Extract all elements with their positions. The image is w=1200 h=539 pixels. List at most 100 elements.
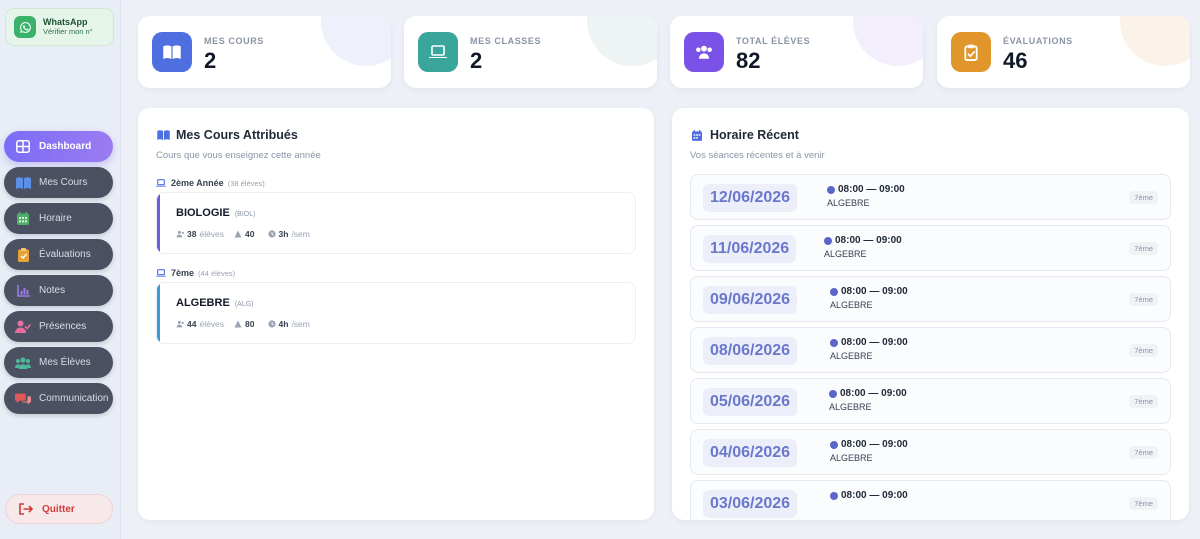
clock-icon <box>829 389 837 398</box>
sidebar-item-dashboard[interactable]: Dashboard <box>4 131 113 162</box>
sidebar-item-presences[interactable]: Présences <box>4 311 113 342</box>
schedule-entry[interactable]: 05/06/2026 08:00 — 09:00 ALGEBRE 7ème <box>690 378 1171 424</box>
level-badge: 7ème <box>1129 191 1158 204</box>
stat-value: 82 <box>736 48 761 73</box>
hours-value: 3h <box>278 229 289 239</box>
hours-value: 4h <box>278 319 289 329</box>
stat-value: 46 <box>1003 48 1028 73</box>
session-time: 08:00 — 09:00 <box>840 388 907 399</box>
calendar-icon <box>690 128 704 142</box>
level-badge: 7ème <box>1129 446 1158 459</box>
stat-label: MES CLASSES <box>470 36 542 46</box>
session-time: 08:00 — 09:00 <box>841 286 908 297</box>
sidebar-item-evaluations[interactable]: Évaluations <box>4 239 113 270</box>
stat-label: ÉVALUATIONS <box>1003 36 1073 46</box>
sidebar-item-label: Mes Cours <box>39 177 88 188</box>
session-time: 08:00 — 09:00 <box>835 235 902 246</box>
schedule-entry[interactable]: 03/06/2026 08:00 — 09:00 7ème <box>690 480 1171 520</box>
session-time: 08:00 — 09:00 <box>841 490 908 501</box>
session-subject: ALGEBRE <box>830 300 873 310</box>
sidebar-item-label: Communication <box>39 393 109 404</box>
schedule-entry[interactable]: 08/06/2026 08:00 — 09:00 ALGEBRE 7ème <box>690 327 1171 373</box>
quit-label: Quitter <box>42 503 75 515</box>
sidebar-item-communication[interactable]: Communication <box>4 383 113 414</box>
logout-icon <box>18 502 34 516</box>
sidebar-item-mes-eleves[interactable]: Mes Élèves <box>4 347 113 378</box>
level-badge: 7ème <box>1129 497 1158 510</box>
panel-subtitle: Cours que vous enseignez cette année <box>156 150 321 161</box>
student-count: 38 <box>187 229 197 239</box>
quit-button[interactable]: Quitter <box>5 494 113 524</box>
whatsapp-subtitle: Vérifier mon n° <box>43 27 93 36</box>
session-time: 08:00 — 09:00 <box>841 337 908 348</box>
sidebar: WhatsApp Vérifier mon n° Dashboard Mes C… <box>0 0 121 539</box>
level-badge: 7ème <box>1129 242 1158 255</box>
book-icon <box>152 32 192 72</box>
course-card-algebre[interactable]: ALGEBRE (ALG) 44 élèves 80 4h /sem <box>156 282 636 344</box>
session-date: 08/06/2026 <box>703 337 798 365</box>
stat-label: MES COURS <box>204 36 264 46</box>
hours-label: /sem <box>291 229 310 239</box>
session-date: 11/06/2026 <box>703 235 797 263</box>
laptop-icon <box>156 266 166 280</box>
laptop-icon <box>418 32 458 72</box>
clock-icon <box>830 287 838 296</box>
session-date: 05/06/2026 <box>703 388 798 416</box>
schedule-entry[interactable]: 04/06/2026 08:00 — 09:00 ALGEBRE 7ème <box>690 429 1171 475</box>
class-count: (44 élèves) <box>198 268 236 278</box>
whatsapp-title: WhatsApp <box>43 17 88 27</box>
clock-icon <box>830 440 838 449</box>
course-code: (ALG) <box>234 301 254 308</box>
evaluation-count: 40 <box>245 229 255 239</box>
sidebar-item-label: Mes Élèves <box>39 357 91 368</box>
session-subject: ALGEBRE <box>829 402 872 412</box>
grid-icon <box>15 140 31 154</box>
session-date: 09/06/2026 <box>703 286 798 314</box>
sidebar-item-label: Horaire <box>39 213 72 224</box>
flask-icon <box>234 320 242 328</box>
sidebar-item-notes[interactable]: Notes <box>4 275 113 306</box>
session-subject: ALGEBRE <box>830 351 873 361</box>
clock-icon <box>267 320 276 328</box>
laptop-icon <box>156 176 166 190</box>
book-icon <box>156 128 170 142</box>
session-subject: ALGEBRE <box>827 198 870 208</box>
panel-subtitle: Vos séances récentes et à venir <box>690 150 825 161</box>
users-icon <box>684 32 724 72</box>
stat-card-evaluations: ÉVALUATIONS 46 <box>937 16 1190 88</box>
stat-value: 2 <box>204 48 217 73</box>
sidebar-item-mes-cours[interactable]: Mes Cours <box>4 167 113 198</box>
schedule-entry[interactable]: 09/06/2026 08:00 — 09:00 ALGEBRE 7ème <box>690 276 1171 322</box>
courses-panel: Mes Cours Attribués Cours que vous ensei… <box>138 108 654 520</box>
sidebar-item-label: Évaluations <box>39 249 91 260</box>
sidebar-item-label: Notes <box>39 285 66 296</box>
student-label: élèves <box>199 229 225 239</box>
sidebar-item-label: Dashboard <box>39 141 92 152</box>
users-icon <box>176 230 184 238</box>
session-date: 03/06/2026 <box>703 490 798 518</box>
stat-label: TOTAL ÉLÈVES <box>736 36 811 46</box>
users-icon <box>176 320 184 328</box>
clock-icon <box>824 236 832 245</box>
panel-title: Horaire Récent <box>710 128 799 142</box>
student-count: 44 <box>187 319 197 329</box>
flask-icon <box>234 230 242 238</box>
sidebar-item-horaire[interactable]: Horaire <box>4 203 113 234</box>
stat-card-mes-classes: MES CLASSES 2 <box>404 16 657 88</box>
level-badge: 7ème <box>1129 293 1158 306</box>
schedule-entry[interactable]: 12/06/2026 08:00 — 09:00 ALGEBRE 7ème <box>690 174 1171 220</box>
chart-icon <box>15 284 31 298</box>
clock-icon <box>830 491 838 500</box>
session-subject: ALGEBRE <box>824 249 867 259</box>
whatsapp-verify-button[interactable]: WhatsApp Vérifier mon n° <box>5 8 114 46</box>
whatsapp-icon <box>14 16 36 38</box>
sidebar-item-label: Présences <box>39 321 87 332</box>
course-name: ALGEBRE <box>176 297 230 309</box>
clock-icon <box>267 230 276 238</box>
clipboard-icon <box>15 247 31 262</box>
class-group-header: 7ème (44 élèves) <box>156 266 235 280</box>
course-card-biologie[interactable]: BIOLOGIE (BIOL) 38 élèves 40 3h /sem <box>156 192 636 254</box>
schedule-entry[interactable]: 11/06/2026 08:00 — 09:00 ALGEBRE 7ème <box>690 225 1171 271</box>
level-badge: 7ème <box>1129 395 1158 408</box>
class-name: 7ème <box>171 268 195 278</box>
